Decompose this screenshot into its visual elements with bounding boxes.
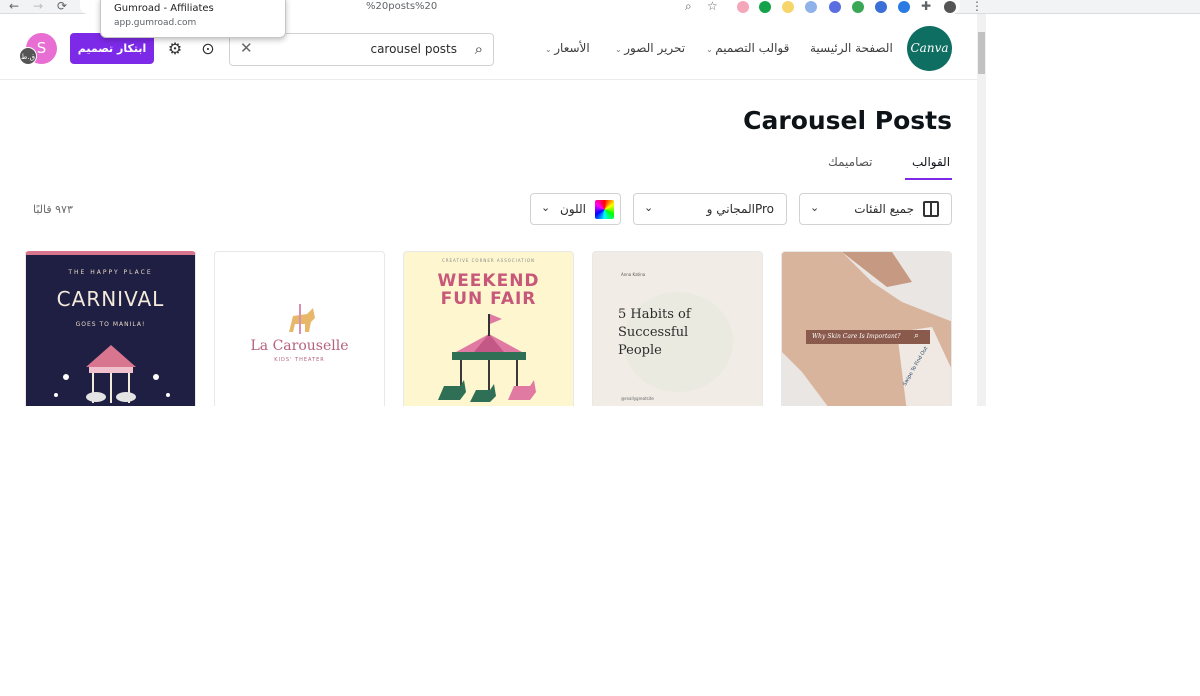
reload-icon[interactable]: ⟳ [57, 0, 67, 12]
card-text: GOES TO MANILA! [75, 321, 146, 328]
search-icon: ⌕ [914, 331, 920, 341]
template-card[interactable]: Why Skin Care Is Important? ⌕ Swipe To F… [781, 251, 952, 406]
page-title: Carousel Posts [743, 106, 952, 135]
category-filter-label: جميع الفئات [854, 202, 914, 216]
card-text: KIDS' THEATER [274, 357, 325, 363]
card-text: FUN FAIR [440, 289, 537, 309]
search-icon[interactable]: ⌕ [475, 40, 483, 58]
template-card[interactable]: Anna Katina 5 Habits of Successful Peopl… [592, 251, 763, 406]
team-badge[interactable]: ق.ط [19, 47, 37, 65]
template-card[interactable]: CREATIVE CORNER ASSOCIATION WEEKEND FUN … [403, 251, 574, 406]
blank-area [0, 406, 1200, 696]
results-count: ٩٧٣ قالبًا [33, 203, 73, 216]
nav-templates[interactable]: ⌄ قوالب التصميم [706, 41, 789, 55]
tab-templates[interactable]: القوالب [912, 155, 950, 169]
chevron-down-icon: ⌄ [644, 201, 654, 214]
category-filter[interactable]: ⌄ جميع الفئات [799, 193, 952, 225]
extension-icon[interactable] [782, 1, 794, 13]
tooltip-title: Gumroad - Affiliates [114, 3, 214, 14]
chevron-down-icon: ⌄ [541, 201, 551, 214]
card-text: Anna Katina [621, 272, 646, 277]
nav-pricing[interactable]: ⌄ الأسعار [545, 41, 590, 55]
chevron-down-icon: ⌄ [706, 45, 716, 54]
tab-hover-tooltip: Gumroad - Affiliates app.gumroad.com [100, 0, 286, 38]
card-text: Why Skin Care Is Important? [812, 333, 901, 340]
tooltip-url: app.gumroad.com [114, 18, 197, 28]
card-text: People [618, 343, 662, 358]
extension-icon[interactable] [829, 1, 841, 13]
translate-icon[interactable] [875, 1, 887, 13]
card-text: CARNIVAL [56, 287, 165, 311]
card-text: Successful [618, 325, 689, 340]
forward-icon[interactable]: → [33, 0, 43, 12]
active-tab-indicator [905, 178, 952, 180]
carousel-illustration [54, 345, 170, 403]
nav-templates-label: قوالب التصميم [715, 41, 790, 55]
chevron-down-icon: ⌄ [615, 45, 625, 54]
canva-logo[interactable]: Canva [907, 26, 952, 71]
card-text: 5 Habits of [618, 307, 691, 322]
carousel-illustration [438, 314, 536, 402]
scrollbar-thumb[interactable] [978, 32, 985, 74]
card-text: @reallygreatsite [621, 396, 654, 401]
grammarly-icon[interactable] [759, 1, 771, 13]
gear-icon[interactable]: ⚙ [166, 40, 184, 58]
template-card[interactable]: La Carouselle KIDS' THEATER [214, 251, 385, 406]
template-card[interactable]: THE HAPPY PLACE CARNIVAL GOES TO MANILA! [25, 251, 196, 406]
page-scrollbar[interactable] [977, 14, 986, 406]
photo-illustration [782, 252, 951, 406]
card-text: La Carouselle [250, 338, 349, 354]
help-icon[interactable]: ⊙ [199, 40, 217, 58]
chevron-down-icon: ⌄ [810, 201, 820, 214]
extension-icon[interactable] [737, 1, 749, 13]
zoom-icon[interactable]: ⌕ [685, 0, 692, 12]
back-icon[interactable]: ← [9, 0, 19, 12]
bookmark-star-icon[interactable]: ☆ [707, 0, 718, 12]
price-filter-label: المجاني وPro [706, 202, 774, 216]
nav-home[interactable]: الصفحة الرئيسية [810, 41, 893, 55]
search-input[interactable]: carousel posts [370, 42, 457, 56]
page-viewport: Canva الصفحة الرئيسية ⌄ قوالب التصميم ⌄ … [0, 14, 986, 406]
extension-icon[interactable] [898, 1, 910, 13]
color-filter-label: اللون [560, 202, 586, 216]
tab-your-designs[interactable]: تصاميمك [828, 155, 873, 169]
nav-photo-editor[interactable]: ⌄ تحرير الصور [615, 41, 685, 55]
url-text: %20posts%20 [366, 1, 438, 12]
clear-search-icon[interactable]: ✕ [240, 39, 253, 57]
layout-icon [923, 201, 939, 217]
share-icon[interactable] [852, 1, 864, 13]
profile-avatar-icon[interactable] [944, 1, 956, 13]
puzzle-icon[interactable]: ✚ [921, 0, 931, 12]
color-swatch-icon [595, 200, 614, 219]
chevron-down-icon: ⌄ [545, 45, 555, 54]
price-filter[interactable]: ⌄ المجاني وPro [633, 193, 787, 225]
nav-photo-editor-label: تحرير الصور [624, 41, 686, 55]
extension-icon[interactable] [805, 1, 817, 13]
card-text: WEEKEND [437, 271, 540, 291]
nav-pricing-label: الأسعار [554, 41, 590, 55]
card-text: CREATIVE CORNER ASSOCIATION [441, 258, 536, 263]
card-text: THE HAPPY PLACE [68, 269, 153, 276]
color-filter[interactable]: ⌄ اللون [530, 193, 621, 225]
menu-icon[interactable]: ⋮ [971, 0, 983, 12]
